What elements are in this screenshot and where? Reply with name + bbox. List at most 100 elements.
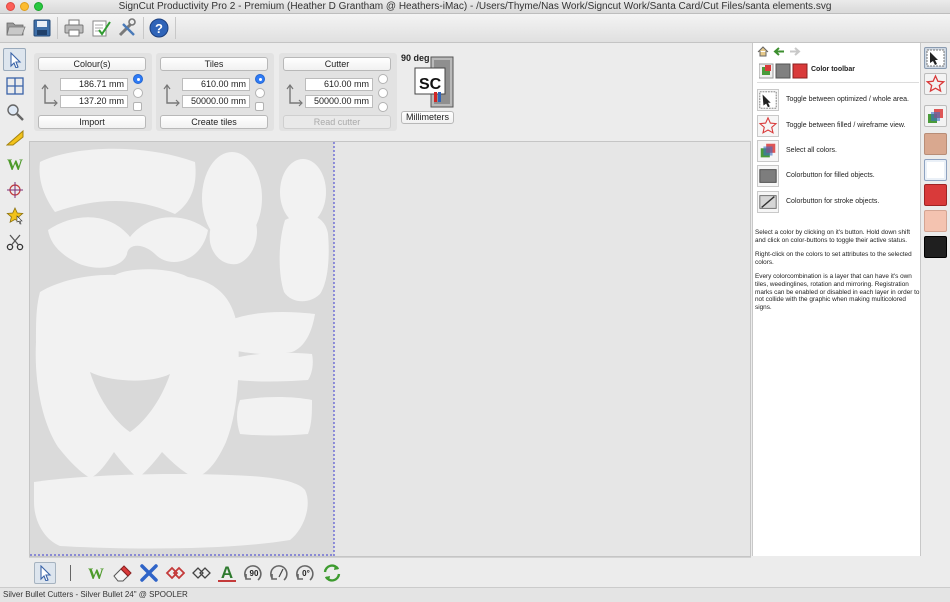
- checklist-icon: [92, 20, 111, 37]
- select-arrow-icon: [9, 51, 21, 68]
- axis-xy-icon: [286, 84, 303, 107]
- zoom-icon: [6, 103, 24, 121]
- select-colors-icon: [928, 109, 943, 123]
- print-icon: [64, 19, 84, 37]
- design-canvas[interactable]: [29, 141, 751, 557]
- help-text: Toggle between filled / wireframe view.: [786, 122, 906, 129]
- help-row-select-all: Select all colors.: [757, 140, 921, 162]
- colours-radio-1[interactable]: [133, 74, 143, 84]
- import-button[interactable]: Import: [38, 115, 146, 129]
- help-row-filled: Colorbutton for filled objects.: [757, 165, 921, 187]
- tiles-checkbox[interactable]: [255, 102, 264, 111]
- back-arrow-icon[interactable]: [773, 46, 785, 57]
- measure-ruler-icon: [5, 129, 23, 145]
- rotate-custom-button[interactable]: [268, 562, 290, 584]
- color-toolbar-panel: Color toolbar Toggle between optimized /…: [752, 43, 921, 556]
- rotate-90-button[interactable]: 90: [242, 562, 264, 584]
- svg-text:?: ?: [155, 21, 163, 36]
- band-shape-1[interactable]: [232, 352, 313, 382]
- color-layer-white[interactable]: [924, 159, 947, 181]
- santa-beard-shape[interactable]: [35, 269, 239, 478]
- status-bar: Silver Bullet Cutters - Silver Bullet 24…: [0, 587, 950, 602]
- help-text: Colorbutton for filled objects.: [786, 172, 875, 179]
- toggle-area-icon: [757, 89, 779, 111]
- node-outline-button[interactable]: [190, 562, 212, 584]
- pointer-tool[interactable]: [34, 562, 56, 584]
- pointer-icon: [40, 565, 52, 581]
- rotate-0-icon: 0°: [296, 565, 314, 581]
- tiles-button[interactable]: Tiles: [160, 57, 268, 71]
- signcut-cutter-logo[interactable]: SC: [414, 56, 454, 108]
- svg-text:W: W: [7, 157, 23, 173]
- star-select-tool[interactable]: [3, 204, 26, 227]
- band-shape-2[interactable]: [237, 397, 312, 436]
- home-icon[interactable]: [757, 46, 769, 57]
- tile-tool[interactable]: [3, 74, 26, 97]
- scissors-icon: [6, 234, 23, 250]
- rotate-custom-icon: [270, 565, 288, 581]
- weed-tool[interactable]: W: [3, 152, 26, 175]
- toolbar-separator: [143, 17, 144, 39]
- svg-text:A: A: [221, 563, 233, 582]
- print-button[interactable]: [63, 17, 85, 39]
- checklist-button[interactable]: [90, 17, 112, 39]
- cutter-radio-3[interactable]: [378, 102, 388, 112]
- cutter-radio-2[interactable]: [378, 88, 388, 98]
- open-button[interactable]: [5, 17, 27, 39]
- text-button[interactable]: A: [216, 562, 238, 584]
- cutter-height-field[interactable]: 50000.00 mm: [305, 95, 373, 108]
- santa-collar-shape[interactable]: [34, 474, 308, 549]
- tiles-radio-1[interactable]: [255, 74, 265, 84]
- tiles-width-field[interactable]: 610.00 mm: [182, 78, 250, 91]
- panel-nav: [757, 46, 801, 58]
- cutter-width-field[interactable]: 610.00 mm: [305, 78, 373, 91]
- toggle-area-button[interactable]: [924, 47, 947, 69]
- eraser-button[interactable]: [111, 562, 133, 584]
- cutter-button[interactable]: Cutter: [283, 57, 391, 71]
- tiles-radio-2[interactable]: [255, 88, 265, 98]
- colours-radio-2[interactable]: [133, 88, 143, 98]
- rotate-0-button[interactable]: 0°: [294, 562, 316, 584]
- eraser-icon: [113, 565, 132, 582]
- create-tiles-button[interactable]: Create tiles: [160, 115, 268, 129]
- measure-tool[interactable]: [3, 126, 26, 149]
- colours-checkbox[interactable]: [133, 102, 142, 111]
- open-icon: [6, 22, 26, 36]
- refresh-button[interactable]: [321, 562, 343, 584]
- delete-button[interactable]: [138, 562, 160, 584]
- wireframe-toggle-button[interactable]: [924, 73, 947, 95]
- color-layer-pink[interactable]: [924, 210, 947, 232]
- delete-x-icon: [140, 564, 158, 582]
- node-edit-button[interactable]: [164, 562, 186, 584]
- svg-text:W: W: [88, 566, 104, 582]
- help-button[interactable]: ?: [148, 17, 170, 39]
- save-button[interactable]: [31, 17, 53, 39]
- select-all-colors-button[interactable]: [924, 105, 947, 127]
- settings-tools-button[interactable]: [116, 17, 138, 39]
- colours-height-field[interactable]: 137.20 mm: [60, 95, 128, 108]
- millimeters-button[interactable]: Millimeters: [401, 111, 454, 124]
- refresh-icon: [323, 564, 341, 582]
- weed-button[interactable]: W: [85, 562, 107, 584]
- select-tool[interactable]: [3, 48, 26, 71]
- tiles-height-field[interactable]: 50000.00 mm: [182, 95, 250, 108]
- text-a-icon: A: [218, 563, 236, 582]
- crosshair-tool[interactable]: [3, 178, 26, 201]
- zoom-tool[interactable]: [3, 100, 26, 123]
- crosshair-icon: [6, 181, 23, 198]
- forward-arrow-icon[interactable]: [789, 46, 801, 57]
- node-outline-icon: [192, 567, 211, 579]
- color-layer-red[interactable]: [924, 184, 947, 206]
- toolbar-separator: [57, 17, 58, 39]
- color-layer-tan[interactable]: [924, 133, 947, 155]
- colours-button[interactable]: Colour(s): [38, 57, 146, 71]
- title-bar: SignCut Productivity Pro 2 - Premium (He…: [0, 0, 950, 14]
- colours-width-field[interactable]: 186.71 mm: [60, 78, 128, 91]
- color-layer-black[interactable]: [924, 236, 947, 258]
- cheek-shape[interactable]: [279, 214, 329, 302]
- cutter-radio-1[interactable]: [378, 74, 388, 84]
- filled-color-icon: [757, 165, 779, 187]
- cut-tool[interactable]: [3, 230, 26, 253]
- status-text: Silver Bullet Cutters - Silver Bullet 24…: [3, 590, 188, 599]
- read-cutter-button[interactable]: Read cutter: [283, 115, 391, 129]
